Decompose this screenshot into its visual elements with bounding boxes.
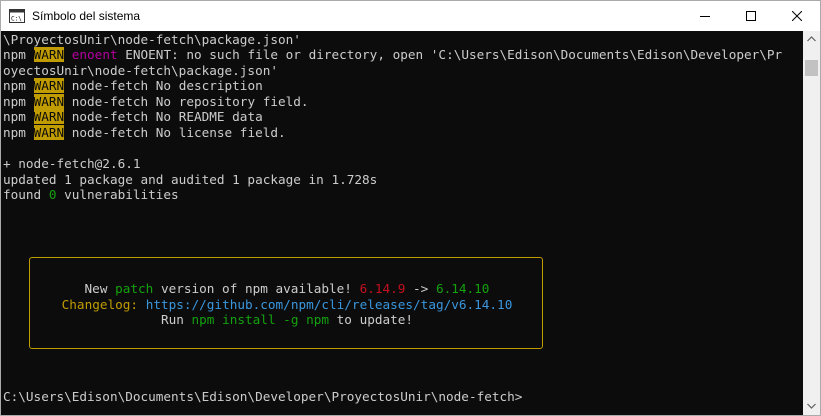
warn-line: npm WARN node-fetch No repository field. bbox=[3, 94, 309, 109]
warn-badge: WARN bbox=[33, 78, 65, 93]
current-version: 6.14.9 bbox=[359, 281, 406, 296]
minimize-button[interactable] bbox=[682, 1, 728, 31]
warn-line: npm WARN node-fetch No description bbox=[3, 78, 263, 93]
update-command-line: Run npm install -g npm to update! bbox=[160, 312, 414, 327]
warn-line-enoent: npm WARN enoent ENOENT: no such file or … bbox=[3, 47, 783, 62]
installed-line: + node-fetch@2.6.1 bbox=[3, 156, 141, 171]
warn-line: npm WARN node-fetch No README data bbox=[3, 109, 263, 124]
close-button[interactable] bbox=[774, 1, 820, 31]
vertical-scrollbar[interactable] bbox=[803, 31, 820, 415]
scroll-thumb[interactable] bbox=[805, 60, 818, 76]
changelog-line: Changelog: https://github.com/npm/cli/re… bbox=[61, 297, 513, 312]
update-command: npm install -g npm bbox=[191, 312, 330, 327]
command-prompt-window: C:\ Símbolo del sistema \ProyectosUnir\n… bbox=[0, 0, 821, 416]
minimize-icon bbox=[700, 16, 710, 17]
console-line: \ProyectosUnir\node-fetch\package.json' bbox=[3, 32, 301, 47]
warn-badge: WARN bbox=[33, 47, 65, 62]
scroll-up-button[interactable] bbox=[803, 31, 820, 48]
warn-line: npm WARN node-fetch No license field. bbox=[3, 125, 286, 140]
updated-line: updated 1 package and audited 1 package … bbox=[3, 172, 378, 187]
svg-text:C:\: C:\ bbox=[11, 16, 22, 23]
error-code: enoent bbox=[71, 47, 118, 62]
warn-badge: WARN bbox=[33, 94, 65, 109]
arrow-up-icon bbox=[807, 36, 816, 42]
new-version: 6.14.10 bbox=[435, 281, 490, 296]
cmd-icon: C:\ bbox=[9, 9, 25, 23]
vulnerabilities-line: found 0 vulnerabilities bbox=[3, 187, 179, 202]
console-line: oyectosUnir\node-fetch\package.json' bbox=[3, 63, 278, 78]
changelog-link: https://github.com/npm/cli/releases/tag/… bbox=[145, 297, 513, 312]
window-title: Símbolo del sistema bbox=[32, 9, 141, 23]
warn-badge: WARN bbox=[33, 109, 65, 124]
maximize-icon bbox=[746, 11, 756, 21]
console-output[interactable]: \ProyectosUnir\node-fetch\package.json' … bbox=[1, 31, 803, 415]
maximize-button[interactable] bbox=[728, 1, 774, 31]
scroll-down-button[interactable] bbox=[803, 398, 820, 415]
npm-update-notice: New patch version of npm available! 6.14… bbox=[29, 257, 543, 349]
warn-badge: WARN bbox=[33, 125, 65, 140]
command-prompt[interactable]: C:\Users\Edison\Documents\Edison\Develop… bbox=[3, 389, 522, 405]
close-icon bbox=[792, 11, 802, 21]
title-bar[interactable]: C:\ Símbolo del sistema bbox=[1, 1, 820, 31]
update-version-line: New patch version of npm available! 6.14… bbox=[84, 281, 490, 296]
arrow-down-icon bbox=[807, 403, 816, 409]
